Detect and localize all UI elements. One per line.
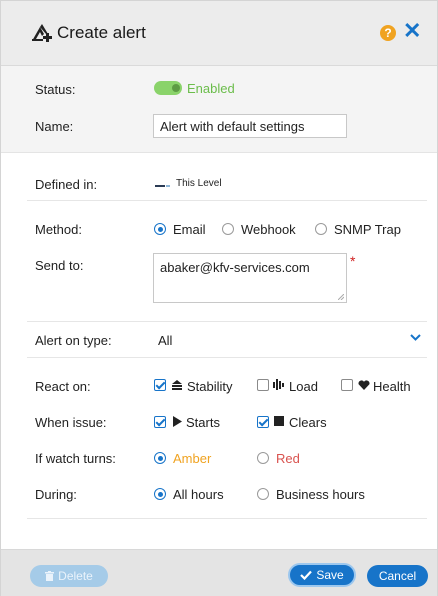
method-snmp-radio[interactable] xyxy=(315,223,327,235)
heart-icon xyxy=(358,380,370,390)
add-alert-icon xyxy=(32,24,52,42)
close-icon[interactable]: ✕ xyxy=(403,17,421,45)
send-to-textarea[interactable]: abaker@kfv-services.com xyxy=(153,253,347,303)
resize-handle-icon[interactable] xyxy=(338,294,344,300)
divider xyxy=(27,321,427,322)
method-snmp-label[interactable]: SNMP Trap xyxy=(334,222,401,237)
method-label: Method: xyxy=(35,222,82,237)
name-input[interactable] xyxy=(153,114,347,138)
basic-settings-section xyxy=(1,66,437,153)
chevron-down-icon[interactable] xyxy=(410,332,421,342)
help-icon[interactable]: ? xyxy=(380,25,396,41)
divider xyxy=(27,200,427,201)
create-alert-dialog: Create alert ? ✕ Status: Enabled Name: D… xyxy=(0,0,438,596)
issue-clears-label[interactable]: Clears xyxy=(289,415,327,430)
watch-amber-radio[interactable] xyxy=(154,452,166,464)
trash-icon xyxy=(45,571,55,581)
save-label: Save xyxy=(316,568,344,582)
watch-amber-label[interactable]: Amber xyxy=(173,451,211,466)
during-business-hours-radio[interactable] xyxy=(257,488,269,500)
issue-starts-checkbox[interactable] xyxy=(154,416,166,428)
toggle-knob xyxy=(172,84,180,92)
watch-red-label[interactable]: Red xyxy=(276,451,300,466)
stop-icon xyxy=(274,416,284,426)
react-on-label: React on: xyxy=(35,379,91,394)
level-icon xyxy=(155,185,170,187)
defined-in-label: Defined in: xyxy=(35,177,98,192)
react-stability-label[interactable]: Stability xyxy=(187,379,233,394)
divider xyxy=(27,357,427,358)
during-all-hours-label[interactable]: All hours xyxy=(173,487,224,502)
alert-on-type-label: Alert on type: xyxy=(35,333,112,348)
delete-label: Delete xyxy=(58,569,93,583)
cancel-button[interactable]: Cancel xyxy=(367,565,428,587)
play-icon xyxy=(173,416,182,427)
status-value: Enabled xyxy=(187,81,235,96)
during-business-hours-label[interactable]: Business hours xyxy=(276,487,365,502)
delete-button[interactable]: Delete xyxy=(30,565,108,587)
dialog-header: Create alert ? ✕ xyxy=(1,1,437,66)
react-load-label[interactable]: Load xyxy=(289,379,318,394)
issue-clears-checkbox[interactable] xyxy=(257,416,269,428)
method-webhook-radio[interactable] xyxy=(222,223,234,235)
status-label: Status: xyxy=(35,82,76,97)
cancel-label: Cancel xyxy=(378,569,417,583)
react-health-checkbox[interactable] xyxy=(341,379,353,391)
alert-on-type-select[interactable]: All xyxy=(158,333,172,348)
stability-icon xyxy=(172,380,182,390)
dialog-title: Create alert xyxy=(57,23,146,42)
issue-starts-label[interactable]: Starts xyxy=(186,415,220,430)
during-label: During: xyxy=(35,487,77,502)
method-webhook-label[interactable]: Webhook xyxy=(241,222,296,237)
react-health-label[interactable]: Health xyxy=(373,379,411,394)
react-stability-checkbox[interactable] xyxy=(154,379,166,391)
send-to-label: Send to: xyxy=(35,258,84,273)
name-label: Name: xyxy=(35,119,74,134)
watch-red-radio[interactable] xyxy=(257,452,269,464)
method-email-label[interactable]: Email xyxy=(173,222,206,237)
react-load-checkbox[interactable] xyxy=(257,379,269,391)
when-issue-label: When issue: xyxy=(35,415,107,430)
during-all-hours-radio[interactable] xyxy=(154,488,166,500)
check-icon xyxy=(300,570,313,580)
status-toggle[interactable] xyxy=(154,81,182,95)
load-icon xyxy=(273,379,284,390)
if-watch-turns-label: If watch turns: xyxy=(35,451,116,466)
method-email-radio[interactable] xyxy=(154,223,166,235)
divider xyxy=(27,518,427,519)
save-button[interactable]: Save xyxy=(288,563,356,587)
required-marker: * xyxy=(350,253,356,269)
defined-in-value: This Level xyxy=(176,178,222,189)
